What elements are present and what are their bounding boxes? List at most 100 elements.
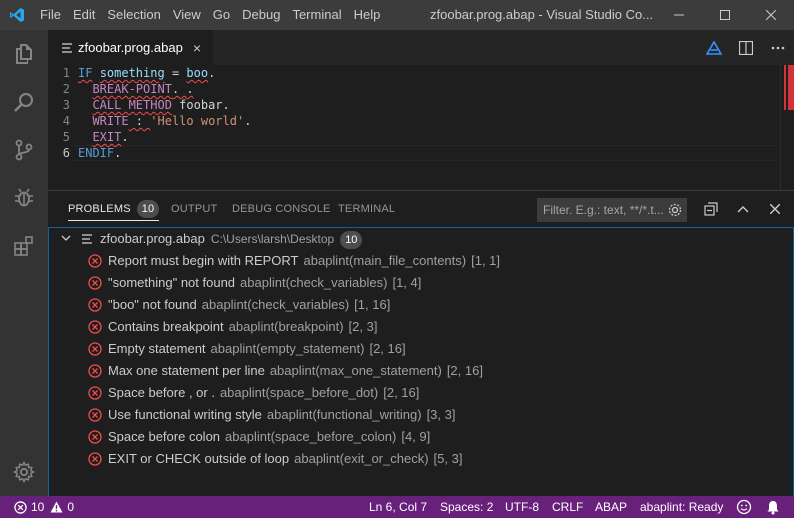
- notifications-button[interactable]: [766, 496, 780, 518]
- manage-button[interactable]: [0, 448, 48, 496]
- minimize-button[interactable]: [656, 0, 702, 30]
- keyword: IF: [78, 66, 93, 80]
- warning-count: 0: [67, 500, 75, 514]
- collapse-all-icon: [704, 202, 718, 216]
- menu-view[interactable]: View: [167, 0, 207, 30]
- abaplint-action-button[interactable]: [698, 30, 730, 65]
- linter-status[interactable]: abaplint: Ready: [640, 496, 723, 518]
- colon: :: [128, 114, 151, 128]
- error-icon: [88, 386, 102, 400]
- menu-terminal[interactable]: Terminal: [286, 0, 347, 30]
- terminator: .: [222, 98, 230, 112]
- bottom-panel: PROBLEMS 10 OUTPUT DEBUG CONSOLE TERMINAL…: [48, 190, 794, 497]
- close-window-button[interactable]: [748, 0, 794, 30]
- problem-row[interactable]: "something" not found abaplint(check_vari…: [49, 272, 793, 294]
- smiley-icon: [736, 499, 752, 515]
- warning-icon: [50, 501, 63, 513]
- debug-button[interactable]: [0, 174, 48, 222]
- problem-row[interactable]: Contains breakpoint abaplint(breakpoint) […: [49, 316, 793, 338]
- tab-output[interactable]: OUTPUT: [171, 191, 217, 227]
- menu-edit[interactable]: Edit: [67, 0, 101, 30]
- language-mode[interactable]: ABAP: [595, 496, 627, 518]
- extensions-icon: [14, 236, 33, 256]
- code-editor[interactable]: 1 2 3 4 5 6 IF something = boo. BREAK-PO…: [48, 65, 794, 190]
- code-line-5: EXIT.: [78, 129, 128, 145]
- menu-debug[interactable]: Debug: [236, 0, 286, 30]
- problem-message: EXIT or CHECK outside of loop: [108, 451, 290, 466]
- problem-position: [4, 9]: [401, 429, 431, 444]
- problem-text: Space before , or . abaplint(space_before…: [108, 382, 419, 404]
- problem-row[interactable]: "boo" not found abaplint(check_variables)…: [49, 294, 793, 316]
- problem-position: [2, 16]: [383, 385, 420, 400]
- problem-row[interactable]: EXIT or CHECK outside of loop abaplint(ex…: [49, 448, 793, 470]
- close-panel-button[interactable]: [760, 191, 790, 227]
- tab-close-icon[interactable]: ×: [193, 40, 201, 56]
- problem-row[interactable]: Space before , or . abaplint(space_before…: [49, 382, 793, 404]
- filter-settings-icon[interactable]: [667, 202, 683, 218]
- problem-text: Use functional writing style abaplint(fun…: [108, 404, 455, 426]
- keyword: ENDIF: [78, 146, 115, 160]
- bell-icon: [767, 500, 779, 514]
- explorer-button[interactable]: [0, 30, 48, 78]
- source-control-button[interactable]: [0, 126, 48, 174]
- editor-tab-zfoobar[interactable]: zfoobar.prog.abap ×: [48, 30, 213, 65]
- identifier: foobar: [179, 98, 223, 112]
- problem-message: "boo" not found: [108, 297, 197, 312]
- error-icon: [88, 452, 102, 466]
- problems-status-button[interactable]: 10 0: [14, 496, 74, 518]
- close-icon: [766, 10, 776, 20]
- menu-file[interactable]: File: [34, 0, 67, 30]
- editor-actions: [698, 30, 794, 65]
- eol-setting[interactable]: CRLF: [552, 496, 583, 518]
- problem-row[interactable]: Report must begin with REPORT abaplint(ma…: [49, 250, 793, 272]
- maximize-button[interactable]: [702, 0, 748, 30]
- error-icon: [88, 254, 102, 268]
- problems-filter-input[interactable]: Filter. E.g.: text, **/*.t...: [537, 198, 687, 222]
- identifier: something: [99, 66, 165, 80]
- problem-row[interactable]: Empty statement abaplint(empty_statement)…: [49, 338, 793, 360]
- terminator: .: [244, 114, 252, 128]
- problem-row[interactable]: Space before colon abaplint(space_before_…: [49, 426, 793, 448]
- vscode-logo-icon: [0, 0, 34, 30]
- search-button[interactable]: [0, 78, 48, 126]
- feedback-button[interactable]: [736, 496, 752, 518]
- split-editor-button[interactable]: [730, 30, 762, 65]
- problem-row[interactable]: Max one statement per line abaplint(max_o…: [49, 360, 793, 382]
- problem-position: [3, 3]: [426, 407, 456, 422]
- menu-go[interactable]: Go: [207, 0, 236, 30]
- problems-file-group[interactable]: zfoobar.prog.abap C:\Users\larsh\Desktop 1…: [49, 228, 793, 250]
- encoding-setting[interactable]: UTF-8: [505, 496, 539, 518]
- keyword: EXIT: [92, 130, 122, 144]
- tab-problems[interactable]: PROBLEMS 10: [68, 191, 160, 227]
- error-overview-marker: [788, 65, 794, 110]
- problem-text: Contains breakpoint abaplint(breakpoint) […: [108, 316, 377, 338]
- chevron-down-icon[interactable]: [61, 233, 71, 243]
- problems-list[interactable]: zfoobar.prog.abap C:\Users\larsh\Desktop 1…: [48, 227, 794, 497]
- keyword: WRITE: [92, 114, 129, 128]
- problem-row[interactable]: Use functional writing style abaplint(fun…: [49, 404, 793, 426]
- tab-problems-label: PROBLEMS: [68, 203, 131, 215]
- menu-selection[interactable]: Selection: [101, 0, 166, 30]
- problem-source: abaplint(max_one_statement): [269, 363, 442, 378]
- more-actions-button[interactable]: [762, 30, 794, 65]
- problem-message: "something" not found: [108, 275, 236, 290]
- extensions-button[interactable]: [0, 222, 48, 270]
- tab-debug-console[interactable]: DEBUG CONSOLE: [232, 191, 331, 227]
- indentation-setting[interactable]: Spaces: 2: [440, 496, 493, 518]
- cursor-position[interactable]: Ln 6, Col 7: [369, 496, 427, 518]
- code-line-1: IF something = boo.: [78, 65, 215, 81]
- code-line-3: CALL METHOD foobar.: [78, 97, 230, 113]
- problem-position: [1, 16]: [354, 297, 391, 312]
- editor-scrollbar[interactable]: [780, 65, 794, 190]
- panel-header: PROBLEMS 10 OUTPUT DEBUG CONSOLE TERMINAL…: [48, 191, 794, 227]
- problem-source: abaplint(breakpoint): [228, 319, 344, 334]
- problem-message: Space before colon: [108, 429, 221, 444]
- files-icon: [16, 44, 32, 64]
- maximize-panel-button[interactable]: [728, 191, 758, 227]
- problem-source: abaplint(space_before_colon): [225, 429, 397, 444]
- tab-terminal[interactable]: TERMINAL: [338, 191, 395, 227]
- collapse-all-button[interactable]: [696, 191, 726, 227]
- file-lines-icon: [82, 234, 92, 244]
- problem-position: [5, 3]: [433, 451, 463, 466]
- menu-help[interactable]: Help: [348, 0, 387, 30]
